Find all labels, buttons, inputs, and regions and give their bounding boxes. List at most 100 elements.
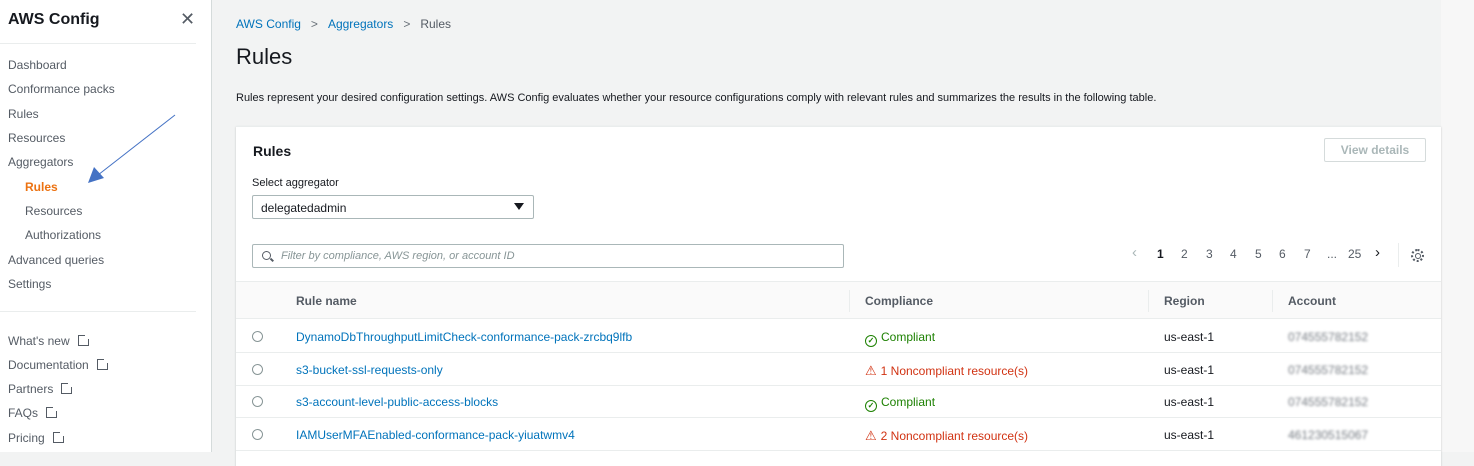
chevron-right-icon: >	[403, 17, 411, 31]
page-description: Rules represent your desired configurati…	[236, 92, 1157, 104]
row-radio[interactable]	[252, 331, 263, 342]
breadcrumb-aggregators[interactable]: Aggregators	[328, 17, 393, 31]
page-7[interactable]: 7	[1304, 247, 1311, 261]
rule-name-link[interactable]: s3-account-level-public-access-blocks	[296, 395, 498, 409]
link-whats-new[interactable]: What's new	[8, 333, 91, 348]
compliance-text: 1 Noncompliant resource(s)	[880, 363, 1029, 378]
table-row[interactable]: IAMUserMFAEnabled-conformance-pack-yiuat…	[236, 418, 1441, 451]
card-title: Rules	[253, 143, 292, 159]
sidebar-item-dashboard[interactable]: Dashboard	[8, 58, 67, 72]
link-label: FAQs	[8, 406, 39, 420]
check-circle-icon: ✓	[865, 335, 877, 347]
divider	[1398, 243, 1399, 267]
table-header: Rule name Compliance Region Account	[236, 281, 1441, 319]
compliance-text: Compliant	[881, 395, 936, 409]
column-region[interactable]: Region	[1164, 294, 1205, 308]
caret-down-icon	[514, 203, 524, 210]
external-link-icon	[52, 430, 66, 443]
column-compliance[interactable]: Compliance	[865, 294, 933, 308]
prev-page-icon[interactable]: ‹	[1132, 244, 1137, 261]
sidebar-subitem-authorizations[interactable]: Authorizations	[25, 228, 101, 242]
account-cell: 074555782152	[1288, 330, 1369, 344]
link-documentation[interactable]: Documentation	[8, 357, 110, 372]
column-divider	[1272, 290, 1273, 312]
compliance-text: Compliant	[881, 330, 936, 344]
compliance-status: ⚠ 2 Noncompliant resource(s)	[865, 428, 1028, 444]
column-divider	[849, 290, 850, 312]
filter-input[interactable]: Filter by compliance, AWS region, or acc…	[252, 244, 844, 268]
chevron-right-icon: >	[310, 17, 318, 31]
page-6[interactable]: 6	[1279, 247, 1286, 261]
page-25[interactable]: 25	[1348, 247, 1361, 261]
external-link-icon	[96, 357, 110, 370]
link-label: What's new	[8, 334, 70, 348]
external-link-icon	[46, 405, 60, 418]
link-label: Partners	[8, 382, 54, 396]
page-4[interactable]: 4	[1230, 247, 1237, 261]
compliance-text: 2 Noncompliant resource(s)	[880, 428, 1029, 443]
column-account[interactable]: Account	[1288, 294, 1336, 308]
row-radio[interactable]	[252, 428, 263, 440]
page-3[interactable]: 3	[1206, 247, 1213, 261]
sidebar-item-rules[interactable]: Rules	[8, 107, 39, 121]
sidebar-item-conformance-packs[interactable]: Conformance packs	[8, 82, 115, 96]
link-pricing[interactable]: Pricing	[8, 430, 66, 445]
page-title: Rules	[236, 44, 293, 69]
region-cell: us-east-1	[1164, 330, 1215, 344]
view-details-button[interactable]: View details	[1324, 138, 1426, 162]
compliance-status: ✓ Compliant	[865, 395, 935, 412]
divider	[0, 311, 196, 312]
region-cell: us-east-1	[1164, 427, 1215, 442]
table-row[interactable]: s3-account-level-public-access-blocks ✓ C…	[236, 385, 1441, 418]
compliance-status: ⚠ 1 Noncompliant resource(s)	[865, 363, 1028, 379]
row-radio[interactable]	[252, 363, 263, 375]
close-icon[interactable]: ✕	[180, 9, 195, 30]
sidebar-title: AWS Config	[8, 11, 100, 28]
sidebar-item-aggregators[interactable]: Aggregators	[8, 155, 73, 169]
select-aggregator-label: Select aggregator	[252, 177, 339, 189]
row-radio[interactable]	[252, 396, 263, 407]
sidebar-subitem-resources[interactable]: Resources	[25, 204, 82, 218]
link-label: Documentation	[8, 358, 89, 372]
rule-name-link[interactable]: IAMUserMFAEnabled-conformance-pack-yiuat…	[296, 428, 575, 442]
table-row[interactable]: DynamoDbThroughputLimitCheck-conformance…	[236, 320, 1441, 353]
scrollbar[interactable]	[1441, 0, 1474, 452]
link-label: Pricing	[8, 431, 45, 445]
breadcrumb: AWS Config > Aggregators > Rules	[236, 17, 451, 31]
warning-icon: ⚠	[865, 362, 877, 378]
account-cell: 461230515067	[1288, 427, 1369, 442]
rule-name-link[interactable]: s3-bucket-ssl-requests-only	[296, 363, 443, 377]
external-link-icon	[61, 381, 75, 394]
account-cell: 074555782152	[1288, 362, 1369, 377]
page-5[interactable]: 5	[1255, 247, 1262, 261]
link-faqs[interactable]: FAQs	[8, 405, 60, 420]
search-icon	[262, 251, 271, 260]
warning-icon: ⚠	[865, 427, 877, 443]
account-cell: 074555782152	[1288, 395, 1369, 409]
settings-gear-icon[interactable]	[1411, 249, 1424, 262]
divider	[0, 43, 196, 44]
check-circle-icon: ✓	[865, 400, 877, 412]
compliance-status: ✓ Compliant	[865, 330, 935, 347]
region-cell: us-east-1	[1164, 362, 1215, 377]
external-link-icon	[77, 333, 91, 346]
sidebar-item-settings[interactable]: Settings	[8, 277, 51, 291]
column-rule-name[interactable]: Rule name	[296, 294, 357, 308]
aggregator-select[interactable]: delegatedadmin	[252, 195, 534, 219]
breadcrumb-aws-config[interactable]: AWS Config	[236, 17, 301, 31]
rule-name-link[interactable]: DynamoDbThroughputLimitCheck-conformance…	[296, 330, 632, 344]
rules-card: Rules View details Select aggregator del…	[236, 126, 1441, 466]
page-2[interactable]: 2	[1181, 247, 1188, 261]
table-row[interactable]: s3-bucket-ssl-requests-only ⚠ 1 Noncompli…	[236, 353, 1441, 386]
column-divider	[1148, 290, 1149, 312]
sidebar-item-resources[interactable]: Resources	[8, 131, 65, 145]
link-partners[interactable]: Partners	[8, 381, 75, 396]
select-value: delegatedadmin	[261, 201, 347, 215]
sidebar-item-advanced-queries[interactable]: Advanced queries	[8, 253, 104, 267]
sidebar: AWS Config ✕ Dashboard Conformance packs…	[0, 0, 212, 452]
region-cell: us-east-1	[1164, 395, 1215, 409]
annotation-arrow-icon	[88, 114, 176, 183]
sidebar-subitem-rules[interactable]: Rules	[25, 180, 58, 194]
next-page-icon[interactable]: ›	[1375, 244, 1380, 261]
page-1[interactable]: 1	[1157, 247, 1164, 261]
